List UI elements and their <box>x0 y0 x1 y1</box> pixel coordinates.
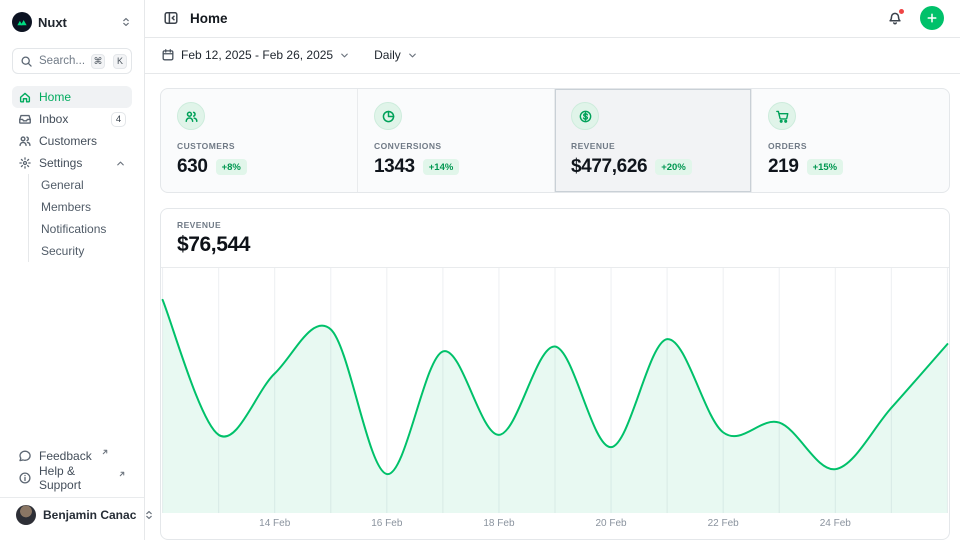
sub-item-label: Members <box>41 200 91 214</box>
footer-item-label: Help & Support <box>39 464 109 492</box>
topbar: Home <box>145 0 960 38</box>
stat-delta-badge: +8% <box>216 159 247 175</box>
dollar-circle-icon <box>571 102 599 130</box>
sidebar-footer: Feedback Help & Support Benjamin Canac <box>12 445 132 532</box>
main-area: Home Feb 12, 2025 - Feb 26, 2025 Daily <box>145 0 960 540</box>
sidebar: Nuxt Search... ⌘ K Home <box>0 0 145 540</box>
content: CUSTOMERS 630 +8% CONVERSIONS 1343 +14% <box>145 74 960 540</box>
sidebar-nav: Home Inbox 4 Customers Settings <box>12 86 132 262</box>
stats-row: CUSTOMERS 630 +8% CONVERSIONS 1343 +14% <box>160 88 950 193</box>
sidebar-item-members[interactable]: Members <box>41 196 132 218</box>
chevron-down-icon <box>339 50 350 61</box>
x-tick-label: 24 Feb <box>820 518 851 529</box>
chart-body: 14 Feb 16 Feb 18 Feb 20 Feb 22 Feb 24 Feb <box>161 268 949 535</box>
chevrons-up-down-icon <box>120 16 132 28</box>
search-icon <box>20 55 33 68</box>
help-support-link[interactable]: Help & Support <box>12 467 132 489</box>
users-icon <box>18 134 32 148</box>
filters-toolbar: Feb 12, 2025 - Feb 26, 2025 Daily <box>145 38 960 74</box>
nuxt-logo-icon <box>12 12 32 32</box>
stat-label: CONVERSIONS <box>374 141 538 151</box>
stat-value: 1343 <box>374 156 415 178</box>
notifications-button[interactable] <box>885 8 905 28</box>
stat-value: $477,626 <box>571 156 647 178</box>
kbd-meta: ⌘ <box>91 54 105 69</box>
stat-delta-badge: +15% <box>807 159 844 175</box>
stat-card-orders[interactable]: ORDERS 219 +15% <box>752 89 949 192</box>
sidebar-item-general[interactable]: General <box>41 174 132 196</box>
user-name: Benjamin Canac <box>43 508 136 522</box>
stat-label: CUSTOMERS <box>177 141 341 151</box>
sub-item-label: Security <box>41 244 84 258</box>
gear-icon <box>18 156 32 170</box>
kbd-k: K <box>113 54 127 69</box>
info-circle-icon <box>18 471 32 485</box>
x-tick-label: 22 Feb <box>708 518 739 529</box>
notification-dot <box>898 8 905 15</box>
stat-value: 630 <box>177 156 208 178</box>
page-title: Home <box>190 11 876 26</box>
sidebar-item-label: Customers <box>39 134 126 148</box>
stat-card-customers[interactable]: CUSTOMERS 630 +8% <box>161 89 358 192</box>
collapse-sidebar-button[interactable] <box>161 8 181 28</box>
stat-label: ORDERS <box>768 141 933 151</box>
sidebar-item-customers[interactable]: Customers <box>12 130 132 152</box>
calendar-icon <box>161 48 175 62</box>
stat-card-conversions[interactable]: CONVERSIONS 1343 +14% <box>358 89 555 192</box>
sidebar-item-label: Inbox <box>39 112 104 126</box>
external-link-icon <box>101 448 109 456</box>
chevron-down-icon <box>407 50 418 61</box>
revenue-chart-panel: REVENUE $76,544 14 Feb 16 Feb 18 Feb 20 Feb… <box>160 208 950 540</box>
chart-headline-value: $76,544 <box>177 233 933 257</box>
users-icon <box>177 102 205 130</box>
x-tick-label: 20 Feb <box>595 518 626 529</box>
sidebar-item-notifications[interactable]: Notifications <box>41 218 132 240</box>
avatar <box>16 505 36 525</box>
chart-label: REVENUE <box>177 220 933 230</box>
workspace-name: Nuxt <box>38 15 114 30</box>
message-circle-icon <box>18 449 32 463</box>
date-range-value: Feb 12, 2025 - Feb 26, 2025 <box>181 48 333 62</box>
stat-value: 219 <box>768 156 799 178</box>
sidebar-item-label: Home <box>39 90 126 104</box>
search-placeholder: Search... <box>39 55 85 67</box>
pie-chart-icon <box>374 102 402 130</box>
stat-delta-badge: +20% <box>655 159 692 175</box>
x-tick-label: 16 Feb <box>371 518 402 529</box>
chart-x-axis: 14 Feb 16 Feb 18 Feb 20 Feb 22 Feb 24 Feb <box>161 513 949 535</box>
stat-delta-badge: +14% <box>423 159 460 175</box>
sidebar-item-label: Settings <box>39 156 108 170</box>
stat-card-revenue[interactable]: REVENUE $477,626 +20% <box>555 89 752 192</box>
date-range-picker[interactable]: Feb 12, 2025 - Feb 26, 2025 <box>161 48 350 62</box>
inbox-count-badge: 4 <box>111 112 126 127</box>
add-button[interactable] <box>920 6 944 30</box>
external-link-icon <box>118 470 126 478</box>
chart-header: REVENUE $76,544 <box>161 209 949 267</box>
sidebar-item-settings[interactable]: Settings <box>12 152 132 174</box>
dashboard-app: Nuxt Search... ⌘ K Home <box>0 0 960 540</box>
stat-label: REVENUE <box>571 141 735 151</box>
search-input[interactable]: Search... ⌘ K <box>12 48 132 74</box>
sidebar-item-inbox[interactable]: Inbox 4 <box>12 108 132 130</box>
footer-item-label: Feedback <box>39 449 92 463</box>
granularity-select[interactable]: Daily <box>374 48 418 62</box>
home-icon <box>18 90 32 104</box>
workspace-switcher[interactable]: Nuxt <box>12 10 132 34</box>
sidebar-item-home[interactable]: Home <box>12 86 132 108</box>
settings-subnav: General Members Notifications Security <box>28 174 132 262</box>
chevron-up-icon <box>115 158 126 169</box>
user-menu[interactable]: Benjamin Canac <box>12 498 132 532</box>
sub-item-label: Notifications <box>41 222 106 236</box>
sub-item-label: General <box>41 178 84 192</box>
cart-icon <box>768 102 796 130</box>
inbox-icon <box>18 112 32 126</box>
sidebar-item-security[interactable]: Security <box>41 240 132 262</box>
revenue-area-chart[interactable] <box>161 268 949 513</box>
x-tick-label: 18 Feb <box>483 518 514 529</box>
granularity-value: Daily <box>374 48 401 62</box>
x-tick-label: 14 Feb <box>259 518 290 529</box>
